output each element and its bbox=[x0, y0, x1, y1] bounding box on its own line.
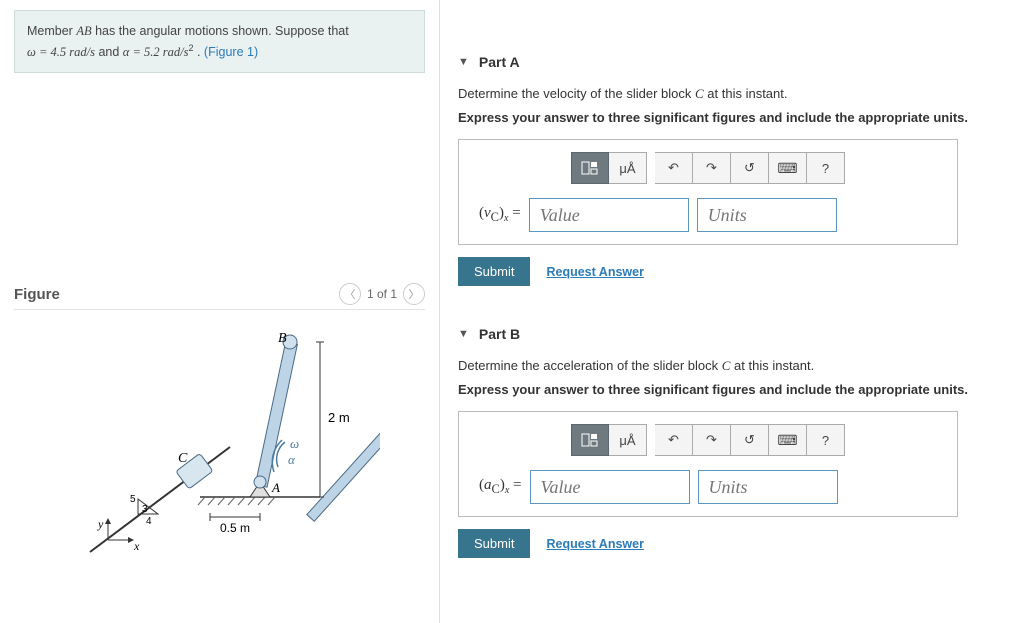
part-b-answer-box: μÅ ↶ ↷ ↺ ⌨ ? (aC)x = bbox=[458, 411, 958, 517]
reset-button[interactable]: ↺ bbox=[731, 152, 769, 184]
keyboard-button[interactable]: ⌨ bbox=[769, 424, 807, 456]
caret-down-icon[interactable]: ▼ bbox=[458, 56, 469, 68]
part-a-value-input[interactable] bbox=[529, 198, 689, 232]
svg-text:B: B bbox=[278, 331, 287, 346]
part-b-instructions: Express your answer to three significant… bbox=[458, 382, 1006, 397]
svg-text:y: y bbox=[97, 517, 104, 531]
template-tool-icon[interactable] bbox=[571, 152, 609, 184]
svg-text:0.5 m: 0.5 m bbox=[220, 521, 250, 535]
part-a-instructions: Express your answer to three significant… bbox=[458, 110, 1006, 125]
pager-prev-button[interactable]: 〈 bbox=[339, 283, 361, 305]
svg-text:ω: ω bbox=[290, 436, 299, 451]
part-a-title: Part A bbox=[479, 54, 520, 70]
units-tool[interactable]: μÅ bbox=[609, 424, 647, 456]
svg-text:4: 4 bbox=[146, 516, 152, 527]
svg-text:5: 5 bbox=[130, 494, 136, 505]
figure-heading: Figure bbox=[14, 286, 60, 303]
part-a-submit-button[interactable]: Submit bbox=[458, 257, 530, 286]
part-b-variable: (aC)x = bbox=[479, 477, 522, 497]
template-tool-icon[interactable] bbox=[571, 424, 609, 456]
part-b: ▼ Part B Determine the acceleration of t… bbox=[458, 326, 1006, 558]
pager-text: 1 of 1 bbox=[367, 287, 397, 301]
caret-down-icon[interactable]: ▼ bbox=[458, 328, 469, 340]
part-a-answer-box: μÅ ↶ ↷ ↺ ⌨ ? (vC)x = bbox=[458, 139, 958, 245]
units-tool[interactable]: μÅ bbox=[609, 152, 647, 184]
redo-button[interactable]: ↷ bbox=[693, 152, 731, 184]
keyboard-button[interactable]: ⌨ bbox=[769, 152, 807, 184]
part-a-prompt: Determine the velocity of the slider blo… bbox=[458, 86, 1006, 102]
undo-button[interactable]: ↶ bbox=[655, 152, 693, 184]
part-a-request-answer[interactable]: Request Answer bbox=[546, 265, 643, 279]
reset-button[interactable]: ↺ bbox=[731, 424, 769, 456]
figure-pager: 〈 1 of 1 〉 bbox=[339, 283, 425, 305]
svg-text:2 m: 2 m bbox=[328, 410, 350, 425]
part-b-submit-button[interactable]: Submit bbox=[458, 529, 530, 558]
help-button[interactable]: ? bbox=[807, 152, 845, 184]
help-button[interactable]: ? bbox=[807, 424, 845, 456]
figure-image: B A C 2 m 0.5 m ω α bbox=[14, 322, 425, 562]
undo-button[interactable]: ↶ bbox=[655, 424, 693, 456]
pager-next-button[interactable]: 〉 bbox=[403, 283, 425, 305]
part-b-value-input[interactable] bbox=[530, 470, 690, 504]
part-a: ▼ Part A Determine the velocity of the s… bbox=[458, 54, 1006, 286]
redo-button[interactable]: ↷ bbox=[693, 424, 731, 456]
part-b-request-answer[interactable]: Request Answer bbox=[546, 537, 643, 551]
part-a-units-input[interactable] bbox=[697, 198, 837, 232]
part-b-prompt: Determine the acceleration of the slider… bbox=[458, 358, 1006, 374]
problem-statement: Member AB has the angular motions shown.… bbox=[14, 10, 425, 73]
svg-text:3: 3 bbox=[142, 504, 148, 515]
part-b-units-input[interactable] bbox=[698, 470, 838, 504]
figure-link[interactable]: (Figure 1) bbox=[204, 45, 258, 59]
svg-text:A: A bbox=[271, 480, 280, 495]
svg-text:x: x bbox=[133, 539, 140, 553]
part-b-title: Part B bbox=[479, 326, 520, 342]
part-a-variable: (vC)x = bbox=[479, 205, 521, 225]
svg-text:α: α bbox=[288, 452, 296, 467]
